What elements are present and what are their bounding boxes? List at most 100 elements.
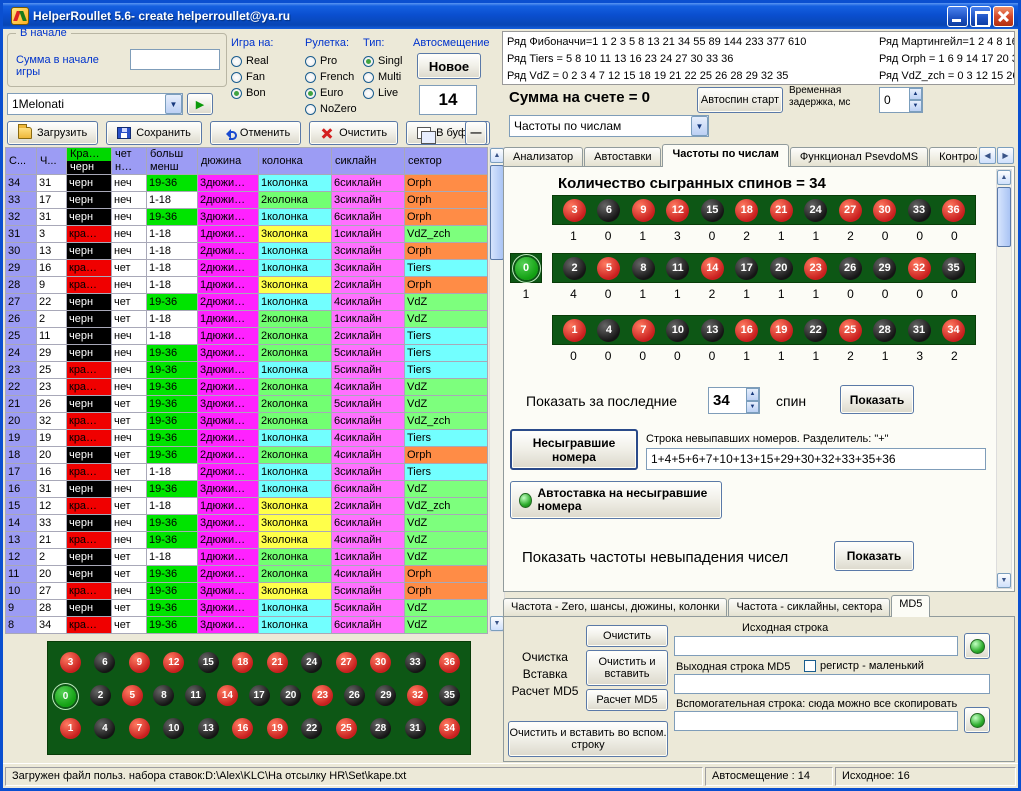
table-row[interactable]: 3431черннеч19-363дюжи…1колонка6сиклайнOr… [6, 175, 488, 192]
number-29[interactable]: 29 [873, 257, 896, 280]
md5-aux-input[interactable] [674, 711, 958, 731]
number-26[interactable]: 26 [839, 257, 862, 280]
table-row[interactable]: 1631черннеч19-363дюжи…1колонка6сиклайнVd… [6, 481, 488, 498]
play-button[interactable]: ▶ [187, 93, 213, 115]
md5-output-input[interactable] [674, 674, 990, 694]
radio-multi[interactable]: Multi [363, 69, 402, 85]
view-mode-combo[interactable]: Частоты по числам ▼ [509, 115, 709, 137]
close-icon[interactable] [993, 6, 1014, 27]
table-row[interactable]: 122чернчет1-181дюжи…2колонка1сиклайнVdZ [6, 549, 488, 566]
table-row[interactable]: 2032кра…чет19-363дюжи…2колонка6сиклайнVd… [6, 413, 488, 430]
number-1[interactable]: 1 [60, 718, 81, 739]
spin-up-icon[interactable]: ▲ [746, 388, 759, 401]
toolbar-undo-button[interactable]: Отменить [210, 121, 301, 145]
number-12[interactable]: 12 [666, 199, 689, 222]
autobet-unplayed-button[interactable]: Автоставка на несыгравшие номера [510, 481, 722, 519]
scroll-up-icon[interactable]: ▲ [490, 148, 504, 163]
table-row[interactable]: 2126чернчет19-363дюжи…2колонка5сиклайнVd… [6, 396, 488, 413]
number-10[interactable]: 10 [163, 718, 184, 739]
radio-french[interactable]: French [305, 69, 357, 85]
table-row[interactable]: 2722чернчет19-362дюжи…1колонка4сиклайнVd… [6, 294, 488, 311]
radio-singl[interactable]: Singl [363, 53, 402, 69]
number-5[interactable]: 5 [122, 685, 143, 706]
number-30[interactable]: 30 [873, 199, 896, 222]
number-0[interactable]: 0 [515, 257, 538, 280]
spin-down-icon[interactable]: ▼ [909, 100, 922, 112]
collapse-button[interactable]: — [465, 121, 487, 145]
show-last-spinner[interactable]: 34 ▲ ▼ [708, 387, 760, 414]
number-26[interactable]: 26 [344, 685, 365, 706]
table-row[interactable]: 928чернчет19-363дюжи…1колонка5сиклайнVdZ [6, 600, 488, 617]
tab-контроль-банкрол[interactable]: Контроль банкрол [929, 147, 977, 167]
number-7[interactable]: 7 [129, 718, 150, 739]
number-33[interactable]: 33 [405, 652, 426, 673]
table-row[interactable]: 2429черннеч19-363дюжи…2колонка5сиклайнTi… [6, 345, 488, 362]
minimize-icon[interactable] [947, 6, 968, 27]
chevron-down-icon[interactable]: ▼ [165, 94, 182, 114]
number-4[interactable]: 4 [94, 718, 115, 739]
number-2[interactable]: 2 [90, 685, 111, 706]
md5-source-input[interactable] [674, 636, 958, 656]
radio-pro[interactable]: Pro [305, 53, 357, 69]
number-31[interactable]: 31 [908, 319, 931, 342]
scroll-up-icon[interactable]: ▲ [997, 170, 1011, 185]
number-6[interactable]: 6 [597, 199, 620, 222]
table-row[interactable]: 2223кра…неч19-362дюжи…2колонка4сиклайнVd… [6, 379, 488, 396]
maximize-icon[interactable] [970, 6, 991, 27]
scroll-down-icon[interactable]: ▼ [490, 616, 504, 631]
unplayed-numbers-button[interactable]: Несыгравшие номера [510, 429, 638, 470]
number-13[interactable]: 13 [198, 718, 219, 739]
lowercase-checkbox[interactable] [804, 660, 816, 672]
table-row[interactable]: 1919кра…неч19-362дюжи…1колонка4сиклайнTi… [6, 430, 488, 447]
number-9[interactable]: 9 [129, 652, 150, 673]
number-7[interactable]: 7 [632, 319, 655, 342]
table-row[interactable]: 1716кра…чет1-182дюжи…1колонка3сиклайнTie… [6, 464, 488, 481]
number-16[interactable]: 16 [735, 319, 758, 342]
number-1[interactable]: 1 [563, 319, 586, 342]
number-28[interactable]: 28 [873, 319, 896, 342]
tab-анализатор[interactable]: Анализатор [503, 147, 583, 167]
md5-aux-action-button[interactable] [964, 707, 990, 733]
number-4[interactable]: 4 [597, 319, 620, 342]
table-row[interactable]: 3317черннеч1-182дюжи…2колонка3сиклайнOrp… [6, 192, 488, 209]
tab-scroll-right-icon[interactable]: ▶ [997, 147, 1014, 164]
radio-live[interactable]: Live [363, 85, 402, 101]
number-31[interactable]: 31 [405, 718, 426, 739]
number-16[interactable]: 16 [232, 718, 253, 739]
number-27[interactable]: 27 [336, 652, 357, 673]
number-20[interactable]: 20 [770, 257, 793, 280]
number-22[interactable]: 22 [804, 319, 827, 342]
radio-euro[interactable]: Euro [305, 85, 357, 101]
titlebar[interactable]: HelperRoullet 5.6- create helperroullet@… [3, 3, 1018, 29]
table-row[interactable]: 2916кра…чет1-182дюжи…1колонка3сиклайнTie… [6, 260, 488, 277]
tab-частота-zero-шансы-дюжины-колонки[interactable]: Частота - Zero, шансы, дюжины, колонки [503, 598, 727, 617]
spin-down-icon[interactable]: ▼ [746, 401, 759, 414]
md5-calc-button[interactable]: Расчет MD5 [586, 689, 668, 711]
chevron-down-icon[interactable]: ▼ [691, 116, 708, 136]
number-19[interactable]: 19 [267, 718, 288, 739]
autoshift-new-button[interactable]: Новое [417, 53, 481, 79]
md5-clear-paste-aux-button[interactable]: Очистить и вставить во вспом. строку [508, 721, 668, 757]
radio-bon[interactable]: Bon [231, 85, 273, 101]
toolbar-floppy-button[interactable]: Сохранить [106, 121, 202, 145]
toolbar-clear-button[interactable]: Очистить [309, 121, 398, 145]
preset-combo[interactable]: 1Melonati ▼ [7, 93, 183, 115]
number-8[interactable]: 8 [153, 685, 174, 706]
table-row[interactable]: 3231черннеч19-363дюжи…1колонка6сиклайнOr… [6, 209, 488, 226]
tab-md5[interactable]: MD5 [891, 595, 930, 617]
number-14[interactable]: 14 [217, 685, 238, 706]
number-11[interactable]: 11 [185, 685, 206, 706]
tab-частота-сиклайны-сектора[interactable]: Частота - сиклайны, сектора [728, 598, 890, 617]
table-row[interactable]: 289кра…неч1-181дюжи…3колонка2сиклайнOrph [6, 277, 488, 294]
panel-scrollbar-thumb[interactable] [997, 187, 1011, 247]
number-17[interactable]: 17 [735, 257, 758, 280]
number-27[interactable]: 27 [839, 199, 862, 222]
number-22[interactable]: 22 [301, 718, 322, 739]
number-15[interactable]: 15 [701, 199, 724, 222]
number-12[interactable]: 12 [163, 652, 184, 673]
number-3[interactable]: 3 [60, 652, 81, 673]
number-9[interactable]: 9 [632, 199, 655, 222]
spin-up-icon[interactable]: ▲ [909, 88, 922, 100]
number-34[interactable]: 34 [439, 718, 460, 739]
number-33[interactable]: 33 [908, 199, 931, 222]
